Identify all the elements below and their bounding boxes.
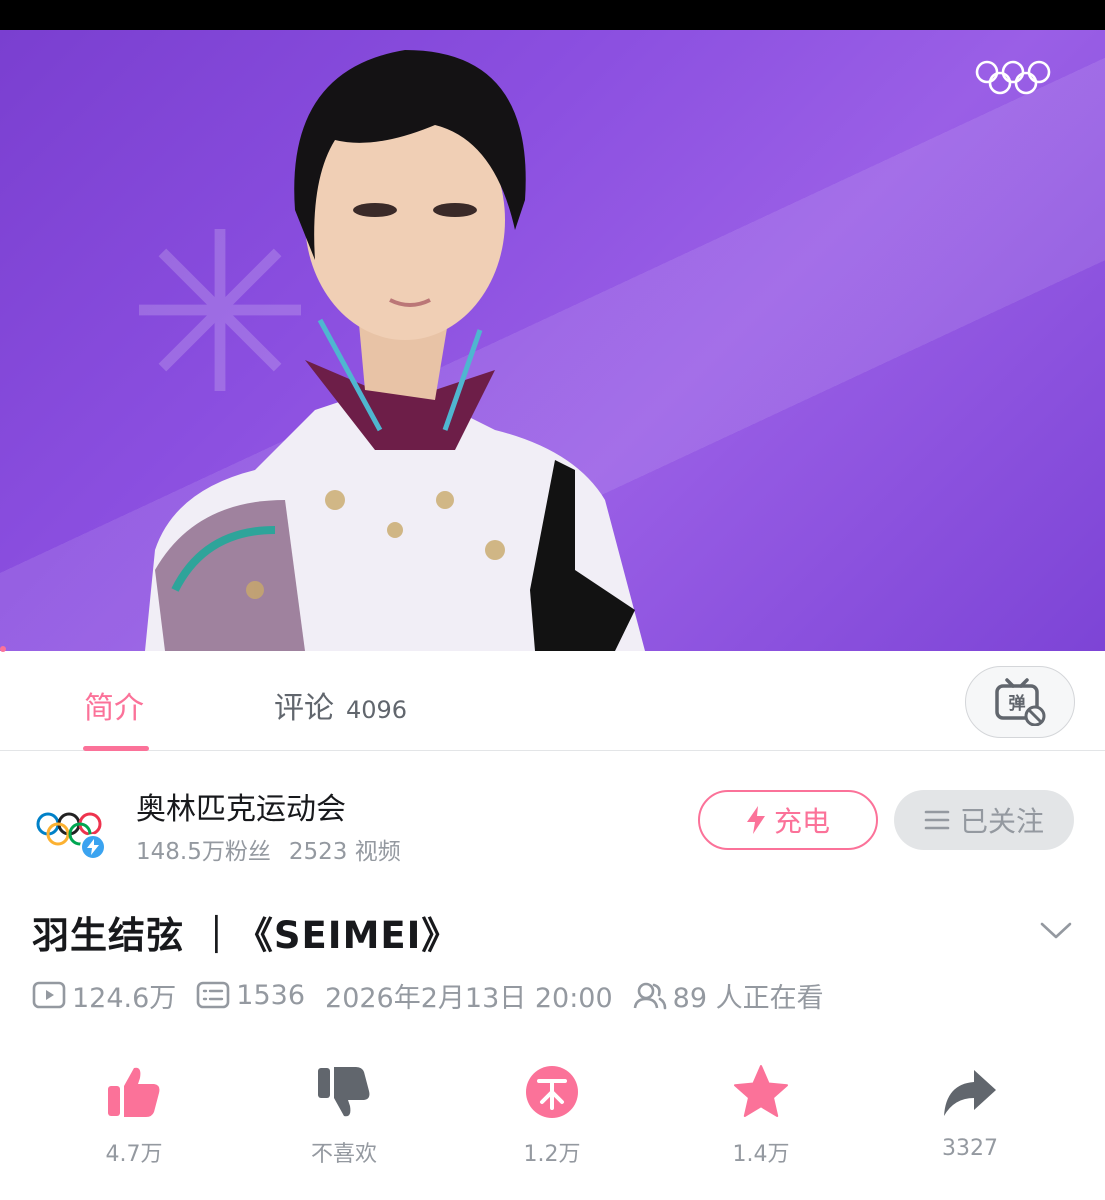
- watching-now: 89 人正在看: [633, 976, 824, 1015]
- tab-intro[interactable]: 简介: [84, 683, 144, 727]
- coin-icon: [526, 1066, 578, 1118]
- thumbs-up-icon: [108, 1067, 160, 1117]
- dislike-label: 不喜欢: [310, 1142, 377, 1167]
- publish-time-value: 2026年2月13日 20:00: [325, 982, 613, 1014]
- view-count: 124.6万: [32, 976, 176, 1015]
- video-count: 2523 视频: [288, 839, 401, 865]
- lightning-icon: [746, 806, 765, 834]
- olympic-rings-watermark: [975, 60, 1051, 95]
- like-count: 4.7万: [105, 1142, 163, 1167]
- viewers-icon: [633, 982, 666, 1010]
- menu-icon: [924, 810, 950, 830]
- danmaku-icon: [196, 981, 230, 1009]
- svg-text:弹: 弹: [1009, 693, 1026, 714]
- watching-now-value: 89 人正在看: [672, 982, 824, 1014]
- tab-comments[interactable]: 评论 4096: [274, 683, 407, 727]
- like-button[interactable]: 4.7万: [74, 1062, 194, 1168]
- dislike-button[interactable]: 不喜欢: [284, 1062, 404, 1168]
- verified-badge: [80, 834, 106, 860]
- tab-comments-label: 评论: [274, 691, 334, 726]
- uploader-name[interactable]: 奥林匹克运动会: [136, 784, 346, 828]
- publish-time: 2026年2月13日 20:00: [325, 976, 613, 1015]
- coin-button[interactable]: 1.2万: [492, 1062, 612, 1168]
- video-meta: 124.6万 1536 2026年2月13日 20:00 89 人正在看: [32, 975, 844, 1015]
- favorite-button[interactable]: 1.4万: [701, 1062, 821, 1168]
- thumbs-down-icon: [318, 1067, 370, 1117]
- status-bar: [0, 0, 1105, 30]
- uploader-info: 奥林匹克运动会 148.5万粉丝 2523 视频 充电 已关注: [0, 752, 1105, 882]
- video-title: 羽生结弦 ｜《SEIMEI》: [32, 914, 460, 957]
- danmaku-count: 1536: [196, 980, 305, 1011]
- favorite-count: 1.4万: [732, 1142, 790, 1167]
- play-count-icon: [32, 981, 66, 1009]
- charge-label: 充电: [773, 805, 830, 838]
- video-player[interactable]: [0, 30, 1105, 651]
- coin-count: 1.2万: [523, 1142, 581, 1167]
- danmaku-toggle-button[interactable]: 弹: [965, 666, 1075, 738]
- follow-button[interactable]: 已关注: [894, 790, 1074, 850]
- chevron-down-icon[interactable]: [1039, 918, 1073, 942]
- danmaku-off-icon: 弹: [995, 678, 1046, 726]
- comments-count: 4096: [346, 696, 408, 724]
- share-button[interactable]: 3327: [910, 1062, 1030, 1161]
- share-count: 3327: [942, 1136, 998, 1161]
- charge-button[interactable]: 充电: [698, 790, 878, 850]
- view-count-value: 124.6万: [72, 982, 177, 1014]
- active-tab-indicator: [83, 746, 149, 751]
- danmaku-count-value: 1536: [236, 979, 306, 1011]
- action-bar: 4.7万 不喜欢 1.2万 1.4万 3327: [0, 1062, 1105, 1172]
- tab-bar: 简介 评论 4096 弹: [0, 651, 1105, 751]
- star-icon: [734, 1065, 788, 1117]
- lightning-icon: [87, 839, 99, 855]
- follower-count: 148.5万粉丝: [136, 839, 271, 865]
- uploader-stats: 148.5万粉丝 2523 视频: [136, 832, 401, 866]
- follow-label: 已关注: [959, 805, 1044, 838]
- tab-intro-label: 简介: [84, 691, 144, 726]
- share-icon: [944, 1070, 996, 1116]
- skater-figure: [145, 50, 645, 651]
